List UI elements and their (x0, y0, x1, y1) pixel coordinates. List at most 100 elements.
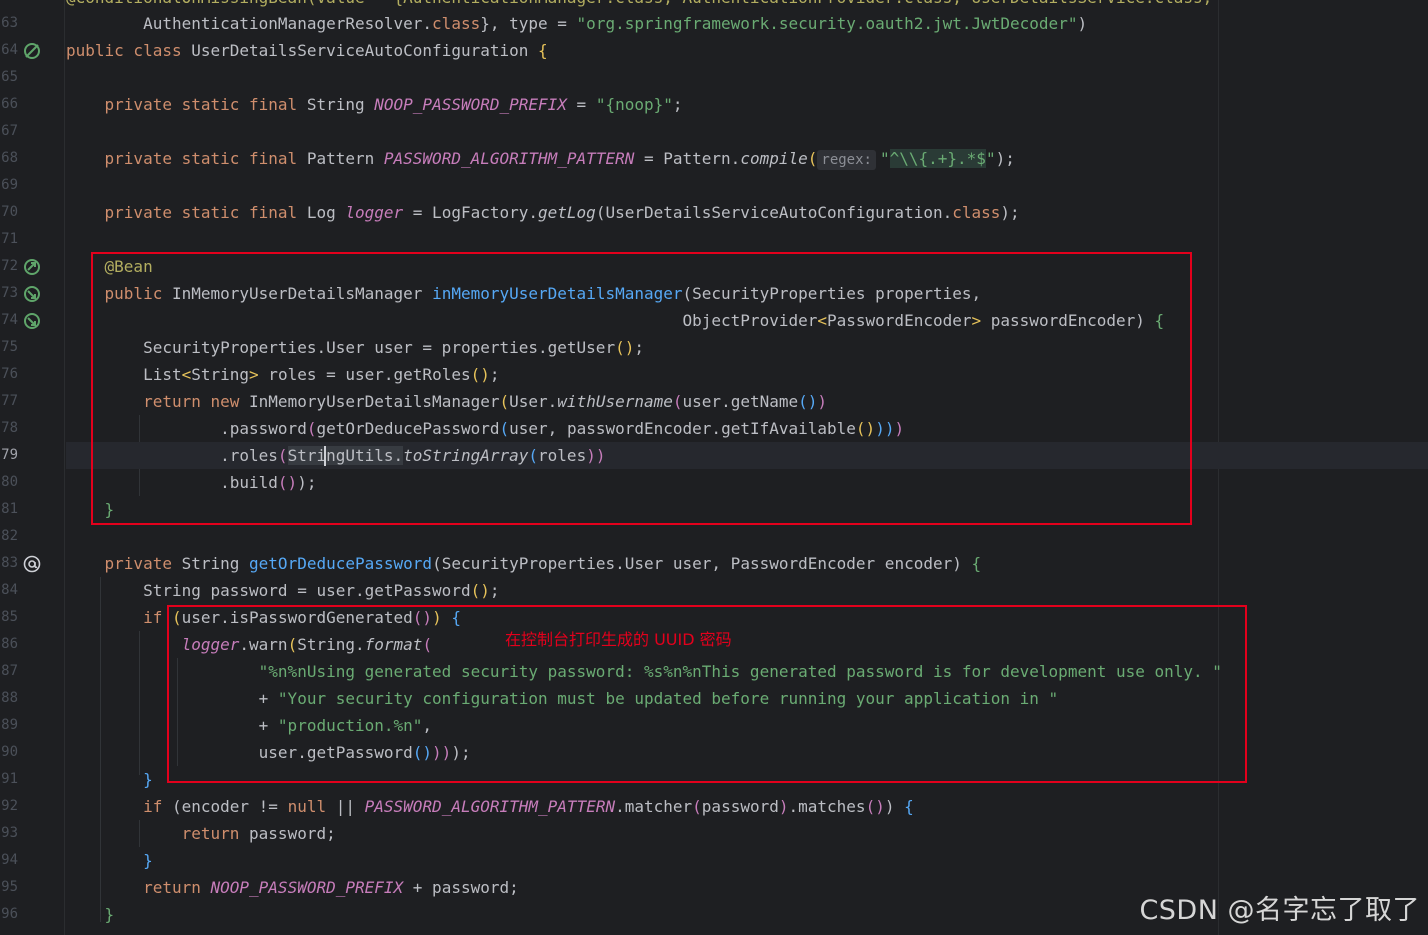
code-token: password; (249, 824, 336, 843)
code-token: || (335, 797, 365, 816)
code-token: { (904, 797, 914, 816)
code-line-94[interactable]: } (66, 847, 1428, 874)
code-line-93[interactable]: return password; (66, 820, 1428, 847)
code-editor[interactable]: 63 64 65 66 67 68 69 70 71 72 73 74 75 7… (0, 0, 1428, 935)
watermark: CSDN @名字忘了取了 (1139, 895, 1420, 926)
line-number: 82 (1, 528, 18, 544)
code-line-92[interactable]: if (encoder != null || PASSWORD_ALGORITH… (66, 793, 1428, 820)
line-number: 90 (1, 744, 18, 760)
line-number: 85 (1, 609, 18, 625)
code-token: PASSWORD_ALGORITHM_PATTERN (364, 797, 616, 816)
code-token: ( (807, 149, 818, 168)
code-token: ; (489, 581, 500, 600)
code-token: return (181, 824, 250, 843)
line-number-gutter[interactable]: 63 64 65 66 67 68 69 70 71 72 73 74 75 7… (0, 0, 65, 935)
code-token: " (985, 149, 996, 168)
code-token: class (432, 14, 481, 33)
code-line-70[interactable]: private static final Log logger = LogFac… (66, 199, 1428, 226)
code-token: private (66, 554, 182, 573)
code-token: ; (672, 95, 683, 114)
code-token: ) (1077, 14, 1088, 33)
code-token: Pattern (306, 149, 384, 168)
code-token: { (971, 554, 982, 573)
regex-literal: ^\\{.+}.*$ (889, 149, 986, 168)
bean-navigate-icon[interactable] (22, 257, 42, 277)
code-token: NOOP_PASSWORD_PREFIX (374, 95, 567, 114)
code-token: " (879, 149, 890, 168)
line-number: 63 (1, 15, 18, 31)
line-number: 65 (1, 69, 18, 85)
line-number: 87 (1, 663, 18, 679)
code-token: = (566, 95, 596, 114)
code-token: public class (66, 41, 192, 60)
code-token: private static final (66, 149, 307, 168)
annotation-note: 在控制台打印生成的 UUID 密码 (505, 630, 732, 649)
line-number: 72 (1, 258, 18, 274)
annotation-at-icon[interactable] (22, 554, 42, 574)
code-token: (SecurityProperties.User user, PasswordE… (432, 554, 972, 573)
code-token: String password = user.getPassword (66, 581, 471, 600)
parameter-hint: regex: (817, 150, 876, 170)
code-token: private static final (66, 95, 307, 114)
code-token: AuthenticationManagerResolver. (66, 14, 433, 33)
code-token: = LogFactory. (403, 203, 539, 222)
line-number: 76 (1, 366, 18, 382)
line-number: 84 (1, 582, 18, 598)
code-token: (UserDetailsServiceAutoConfiguration. (595, 203, 953, 222)
line-number: 94 (1, 852, 18, 868)
bean-navigate-icon[interactable] (22, 311, 42, 331)
code-line-83[interactable]: private String getOrDeducePassword(Secur… (66, 550, 1428, 577)
code-token: NOOP_PASSWORD_PREFIX (210, 878, 404, 897)
code-line-84[interactable]: String password = user.getPassword(); (66, 577, 1428, 604)
code-token: class (952, 203, 1001, 222)
code-token: } (66, 851, 153, 870)
line-number: 69 (1, 177, 18, 193)
line-number: 68 (1, 150, 18, 166)
line-number: 66 (1, 96, 18, 112)
code-token: + password; (403, 878, 519, 897)
code-token: } (66, 770, 153, 789)
line-number: 70 (1, 204, 18, 220)
line-number: 75 (1, 339, 18, 355)
code-token: { (538, 41, 548, 60)
code-token: String (181, 554, 250, 573)
line-number: 78 (1, 420, 18, 436)
code-line-66[interactable]: private static final String NOOP_PASSWOR… (66, 91, 1428, 118)
code-token: private static final (66, 203, 307, 222)
line-number: 86 (1, 636, 18, 652)
line-number: 74 (1, 312, 18, 328)
code-line-63[interactable]: AuthenticationManagerResolver.class}, ty… (66, 10, 1428, 37)
code-token: () (470, 581, 490, 600)
line-number: 71 (1, 231, 18, 247)
code-token: getOrDeducePassword (249, 554, 433, 573)
line-number: 96 (1, 906, 18, 922)
code-line-64[interactable]: public class UserDetailsServiceAutoConfi… (66, 37, 1428, 64)
bean-navigate-icon[interactable] (22, 284, 42, 304)
code-line-68[interactable]: private static final Pattern PASSWORD_AL… (66, 145, 1428, 172)
code-token: .matcher (615, 797, 693, 816)
code-token: ) (778, 797, 789, 816)
code-token: ); (995, 149, 1015, 168)
line-number: 88 (1, 690, 18, 706)
code-token: UserDetailsServiceAutoConfiguration (191, 41, 539, 60)
line-number: 93 (1, 825, 18, 841)
code-token: String (306, 95, 375, 114)
code-token: }, type = (480, 14, 577, 33)
code-token: return (143, 878, 211, 897)
code-token: .matches (788, 797, 866, 816)
line-number: 92 (1, 798, 18, 814)
code-token: if (143, 797, 172, 816)
code-token: getLog (538, 203, 596, 222)
line-number: 64 (1, 42, 18, 58)
line-number: 77 (1, 393, 18, 409)
line-number: 95 (1, 879, 18, 895)
no-beans-icon[interactable] (22, 41, 42, 61)
code-token: compile (740, 149, 808, 168)
code-token: Log (306, 203, 346, 222)
code-token: ) (884, 797, 905, 816)
line-number: 81 (1, 501, 18, 517)
code-token: = Pattern. (634, 149, 741, 168)
